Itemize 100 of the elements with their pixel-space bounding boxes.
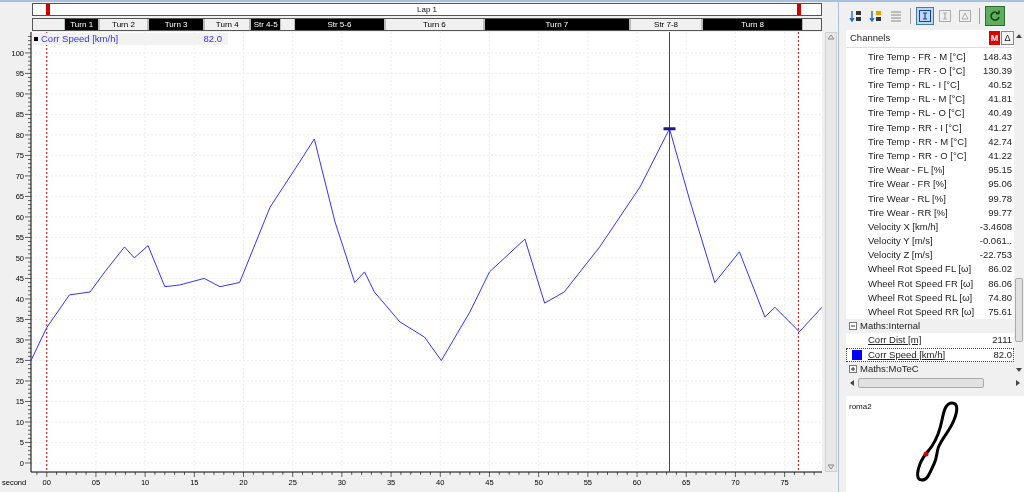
channel-row[interactable]: Velocity Z [m/s] -22.753 <box>846 248 1014 263</box>
channel-row[interactable]: Corr Speed [km/h] 82.0 <box>846 347 1014 362</box>
channel-name: Tire Temp - FR - O [°C] <box>868 63 967 78</box>
track-section[interactable]: Turn 8 <box>702 19 804 30</box>
track-section[interactable]: Str 5-6 <box>293 19 386 30</box>
channel-group-label: Maths:Internal <box>860 319 921 334</box>
channel-value: 41.81 <box>988 92 1012 107</box>
channel-value: 40.49 <box>988 106 1012 121</box>
channel-value: 99.77 <box>988 205 1012 220</box>
channel-name: Tire Temp - FR - M [°C] <box>868 49 967 64</box>
channel-row[interactable]: Tire Temp - RL - I [°C] 40.52 <box>846 78 1014 93</box>
text-cursor-icon <box>919 10 931 22</box>
text-cursor-icon <box>939 10 951 22</box>
channel-name: Tire Temp - RR - M [°C] <box>868 134 968 149</box>
channel-row[interactable]: Tire Temp - FR - M [°C] 148.43 <box>846 49 1014 64</box>
channel-name: Wheel Rot Speed FL [ω] <box>868 262 973 277</box>
channel-row[interactable]: Tire Wear - RR [%] 99.77 <box>846 205 1014 220</box>
legend-marker-icon <box>34 37 38 41</box>
channel-row[interactable]: Wheel Rot Speed FL [ω] 86.02 <box>846 262 1014 277</box>
channel-value: 2111 <box>992 333 1012 348</box>
channel-name: Wheel Rot Speed RL [ω] <box>868 290 974 305</box>
channel-group-header[interactable]: Maths:MoTeC <box>846 361 1014 376</box>
channel-value: -0.061.. <box>979 234 1012 249</box>
channel-row[interactable]: Tire Temp - RL - O [°C] 40.49 <box>846 106 1014 121</box>
track-section[interactable]: Turn 4 <box>204 19 251 30</box>
channel-name: Corr Speed [km/h] <box>868 347 947 362</box>
cursor-marker <box>663 127 676 131</box>
channel-row[interactable]: Tire Wear - RL [%] 99.78 <box>846 191 1014 206</box>
channel-value: 41.22 <box>988 148 1012 163</box>
channel-name: Tire Wear - RR [%] <box>868 205 949 220</box>
channel-value: 40.52 <box>988 78 1012 93</box>
channel-name: Velocity Y [m/s] <box>868 234 934 249</box>
channel-value: 82.0 <box>993 347 1012 362</box>
channel-value: 148.43 <box>982 49 1012 64</box>
channel-row[interactable]: Wheel Rot Speed FR [ω] 86.06 <box>846 276 1014 291</box>
delta-icon <box>959 10 971 22</box>
refresh-button[interactable] <box>985 6 1005 26</box>
track-section[interactable]: Str 7-8 <box>630 19 702 30</box>
channel-value: 86.06 <box>988 276 1012 291</box>
channel-row[interactable]: Tire Temp - RR - M [°C] 42.74 <box>846 134 1014 149</box>
channel-name: Tire Temp - RL - O [°C] <box>868 106 966 121</box>
track-section[interactable]: Turn 1 <box>64 19 99 30</box>
channel-value: 75.61 <box>988 305 1012 320</box>
channel-row[interactable]: Tire Wear - FR [%] 95.06 <box>846 177 1014 192</box>
track-name: roma2 <box>849 401 872 413</box>
scroll-left-icon[interactable] <box>850 380 854 386</box>
channel-name: Velocity Z [m/s] <box>868 248 934 263</box>
delta-toggle-button[interactable]: Δ <box>1001 31 1014 46</box>
track-section[interactable]: Turn 2 <box>98 19 149 30</box>
expand-icon[interactable] <box>849 364 857 373</box>
track-section[interactable]: Turn 6 <box>385 19 484 30</box>
track-section[interactable]: Turn 7 <box>483 19 631 30</box>
toolbar-separator <box>910 8 911 24</box>
channel-row[interactable]: Tire Temp - RR - O [°C] 41.22 <box>846 149 1014 164</box>
channel-name: Wheel Rot Speed RR [ω] <box>868 305 976 320</box>
channel-row[interactable]: Tire Temp - RL - M [°C] 41.81 <box>846 92 1014 107</box>
lap-marker <box>45 4 50 15</box>
channel-row[interactable]: Corr Dist [m] 2111 <box>846 333 1014 348</box>
channel-value: -3.4608 <box>979 219 1012 234</box>
mode-button[interactable]: M <box>989 31 1000 46</box>
channel-row[interactable]: Tire Temp - FR - O [°C] 130.39 <box>846 63 1014 79</box>
channel-name: Velocity X [km/h] <box>868 219 940 234</box>
channel-name: Tire Wear - FR [%] <box>868 177 948 192</box>
refresh-icon <box>989 10 1001 22</box>
legend-channel-name: Corr Speed [km/h] <box>41 33 119 45</box>
channel-name: Tire Wear - FL [%] <box>868 163 946 178</box>
collapse-icon[interactable] <box>849 322 857 331</box>
channel-name: Tire Wear - RL [%] <box>868 191 947 206</box>
channel-row[interactable]: Wheel Rot Speed RR [ω] 75.61 <box>846 305 1014 320</box>
channel-row[interactable]: Wheel Rot Speed RL [ω] 74.80 <box>846 290 1014 306</box>
toolbar-separator <box>979 8 980 24</box>
channels-header-label: Channels <box>850 31 892 46</box>
channel-group-header[interactable]: Maths:Internal <box>846 319 1014 334</box>
channel-value: 42.74 <box>988 134 1012 149</box>
list-icon <box>890 10 902 22</box>
channel-row[interactable]: Tire Temp - RR - I [°C] 41.27 <box>846 120 1014 135</box>
channel-row[interactable]: Velocity X [km/h] -3.4608 <box>846 219 1014 235</box>
channel-name: Wheel Rot Speed FR [ω] <box>868 276 975 291</box>
scroll-thumb[interactable] <box>858 378 984 388</box>
sort-icon <box>869 9 883 23</box>
track-section[interactable]: Turn 3 <box>148 19 205 30</box>
channel-row[interactable]: Tire Wear - FL [%] 95.15 <box>846 163 1014 178</box>
sort-icon <box>849 9 863 23</box>
channel-value: 130.39 <box>982 63 1012 78</box>
cursor-button[interactable] <box>916 7 934 25</box>
channel-name: Tire Temp - RL - I [°C] <box>868 78 961 93</box>
scroll-thumb[interactable] <box>1015 278 1023 342</box>
channel-row[interactable]: Velocity Y [m/s] -0.061.. <box>846 234 1014 249</box>
channel-name: Corr Dist [m] <box>868 333 923 348</box>
channel-group-label: Maths:MoTeC <box>860 361 919 376</box>
channel-value: 74.80 <box>988 290 1012 305</box>
lap-label: Lap 1 <box>417 4 437 15</box>
legend-value: 82.0 <box>203 33 222 45</box>
channel-name: Tire Temp - RR - O [°C] <box>868 148 968 163</box>
scroll-right-icon[interactable] <box>1016 380 1020 386</box>
track-section[interactable]: Str 4-5 <box>250 19 281 30</box>
scroll-down-icon[interactable] <box>1016 368 1022 372</box>
lap-marker <box>797 4 802 15</box>
scroll-up-icon[interactable] <box>1016 34 1022 38</box>
channel-value: 86.02 <box>988 262 1012 277</box>
